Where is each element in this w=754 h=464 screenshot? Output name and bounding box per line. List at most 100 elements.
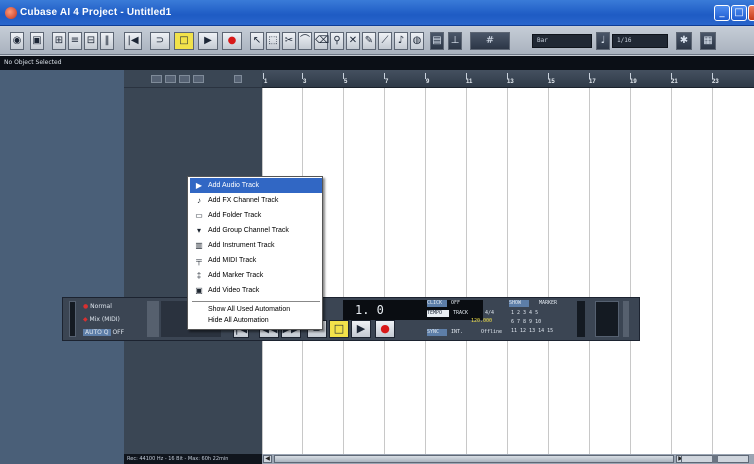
track-options-icon[interactable] xyxy=(234,75,242,83)
maximize-button[interactable]: □ xyxy=(731,5,747,21)
bar-gridline xyxy=(466,88,467,454)
marker-buttons-row3[interactable]: 11 12 13 14 15 xyxy=(511,328,553,335)
signature-value[interactable]: 4/4 xyxy=(485,310,494,317)
track-control-icon[interactable] xyxy=(151,75,162,83)
track-control-icon[interactable] xyxy=(179,75,190,83)
transport-input[interactable]: ◆ Mix (MIDI) xyxy=(83,315,143,325)
object-selection-tool-icon[interactable]: ↖ xyxy=(250,32,264,50)
menu-item-add-video-track[interactable]: ▣ Add Video Track xyxy=(190,283,322,298)
menu-item-show-all-used-automation[interactable]: Show All Used Automation xyxy=(190,304,322,315)
scrollbar-thumb[interactable] xyxy=(274,455,674,463)
menu-item-label: Add Instrument Track xyxy=(208,242,275,249)
menu-item-add-marker-track[interactable]: ‡ Add Marker Track xyxy=(190,268,322,283)
snap-to-zero-button[interactable]: ⊥ xyxy=(448,32,462,50)
quantize-dropdown[interactable]: Bar xyxy=(532,34,592,48)
constrain-delay-button[interactable]: ▣ xyxy=(30,32,44,50)
horizontal-zoom-slider[interactable] xyxy=(681,455,749,463)
sync-value[interactable]: INT. xyxy=(451,329,463,336)
menu-item-hide-all-automation[interactable]: Hide All Automation xyxy=(190,315,322,326)
transport-mode[interactable]: ● Normal xyxy=(83,302,143,312)
menu-item-add-group-channel-track[interactable]: ▾ Add Group Channel Track xyxy=(190,223,322,238)
record-button[interactable]: ● xyxy=(222,32,242,50)
range-selection-tool-icon[interactable]: ⬚ xyxy=(266,32,280,50)
menu-item-add-fx-channel-track[interactable]: ♪ Add FX Channel Track xyxy=(190,193,322,208)
erase-tool-icon[interactable]: ⌫ xyxy=(314,32,329,50)
menu-item-add-midi-track[interactable]: ╤ Add MIDI Track xyxy=(190,253,322,268)
inspector-toggle-button[interactable]: ⊞ xyxy=(52,32,66,50)
ruler-bar-label: 11 xyxy=(466,79,473,85)
menu-item-label: Add FX Channel Track xyxy=(208,197,279,204)
ruler[interactable]: 1 3 5 7 9 11 13 15 17 19 21 23 xyxy=(262,70,754,88)
event-display[interactable]: 1 3 5 7 9 11 13 15 17 19 21 23 xyxy=(262,70,754,454)
cycle-button[interactable]: ⊃ xyxy=(150,32,170,50)
menu-item-label: Add MIDI Track xyxy=(208,257,257,264)
bar-gridline xyxy=(343,88,344,454)
menu-item-label: Add Folder Track xyxy=(208,212,262,219)
menu-item-add-audio-track[interactable]: ▶ Add Audio Track xyxy=(190,178,322,193)
tempo-label[interactable]: TEMPO xyxy=(427,310,449,317)
activate-project-button[interactable]: ◉ xyxy=(10,32,24,50)
ruler-bar-label: 9 xyxy=(426,79,430,85)
metronome-icon[interactable]: ✱ xyxy=(676,32,692,50)
toolbar: ◉ ▣ ⊞ ≡ ⊟ ‖ |◀ ⊃ □ ▶ ● ↖ ⬚ ✂ ⌒ ⌫ ⚲ ✕ ✎ ⟋… xyxy=(0,27,754,55)
sync-label[interactable]: SYNC xyxy=(427,329,447,336)
glue-tool-icon[interactable]: ⌒ xyxy=(298,32,312,50)
transport-play-button[interactable]: ▶ xyxy=(351,320,371,338)
horizontal-scrollbar[interactable]: ◀ ▶ xyxy=(262,454,754,464)
track-control-icon[interactable] xyxy=(165,75,176,83)
click-label[interactable]: CLICK xyxy=(427,300,447,307)
split-tool-icon[interactable]: ✂ xyxy=(282,32,296,50)
play-tool-icon[interactable]: ♪ xyxy=(394,32,408,50)
ruler-bar-label: 19 xyxy=(630,79,637,85)
click-value[interactable]: OFF xyxy=(451,300,460,307)
play-button[interactable]: ▶ xyxy=(198,32,218,50)
zoom-slider-knob[interactable] xyxy=(712,455,718,463)
marker-icon: ‡ xyxy=(196,271,202,280)
marker-buttons-row2[interactable]: 6 7 8 9 10 xyxy=(511,319,541,326)
marker-buttons-row1[interactable]: 1 2 3 4 5 xyxy=(511,310,538,317)
marker-label: MARKER xyxy=(539,300,558,306)
line-tool-icon[interactable]: ⟋ xyxy=(378,32,392,50)
folder-icon: ▭ xyxy=(195,211,203,220)
inspector-panel xyxy=(0,70,124,464)
zoom-tool-icon[interactable]: ⚲ xyxy=(330,32,344,50)
track-label: TRACK xyxy=(453,310,469,316)
menu-item-add-instrument-track[interactable]: ▥ Add Instrument Track xyxy=(190,238,322,253)
color-tool-icon[interactable]: ◍ xyxy=(410,32,424,50)
cubase-window: Cubase AI 4 Project - Untitled1 _ □ ◉ ▣ … xyxy=(0,0,754,464)
transport-stop-button[interactable]: □ xyxy=(329,320,349,338)
midi-icon: ╤ xyxy=(196,256,202,265)
stop-button[interactable]: □ xyxy=(174,32,194,50)
show-overview-button[interactable]: ⊟ xyxy=(84,32,98,50)
show-info-button[interactable]: ≡ xyxy=(68,32,82,50)
mixer-button[interactable]: ‖ xyxy=(100,32,114,50)
title-bar: Cubase AI 4 Project - Untitled1 _ □ xyxy=(0,0,754,26)
mute-tool-icon[interactable]: ✕ xyxy=(346,32,360,50)
scroll-left-icon[interactable]: ◀ xyxy=(263,455,272,463)
tempo-value[interactable]: 120.000 xyxy=(471,318,492,325)
track-control-icon[interactable] xyxy=(193,75,204,83)
app-icon xyxy=(5,7,17,19)
autoscroll-button[interactable]: ▤ xyxy=(430,32,444,50)
draw-tool-icon[interactable]: ✎ xyxy=(362,32,376,50)
go-to-start-button[interactable]: |◀ xyxy=(124,32,142,50)
menu-item-label: Add Audio Track xyxy=(208,182,259,189)
punch-controls[interactable] xyxy=(147,301,159,337)
close-button[interactable] xyxy=(748,5,754,21)
color-palette-icon[interactable]: ▦ xyxy=(700,32,716,50)
transport-level-meter xyxy=(69,301,76,337)
transport-record-button[interactable]: ● xyxy=(375,320,395,338)
auto-q-value: OFF xyxy=(112,329,125,336)
minimize-button[interactable]: _ xyxy=(714,5,730,21)
snap-button[interactable]: # xyxy=(470,32,510,50)
auto-quantize[interactable]: AUTO Q OFF xyxy=(83,328,143,338)
show-markers-label[interactable]: SHOW xyxy=(509,300,529,307)
menu-item-label: Show All Used Automation xyxy=(208,306,291,313)
quantize-icon[interactable]: ♩ xyxy=(596,32,610,50)
output-meter xyxy=(595,301,619,337)
master-fader[interactable] xyxy=(623,301,629,337)
menu-item-add-folder-track[interactable]: ▭ Add Folder Track xyxy=(190,208,322,223)
grid-type-dropdown[interactable]: 1/16 xyxy=(612,34,668,48)
ruler-bar-label: 15 xyxy=(548,79,555,85)
bar-gridline xyxy=(384,88,385,454)
